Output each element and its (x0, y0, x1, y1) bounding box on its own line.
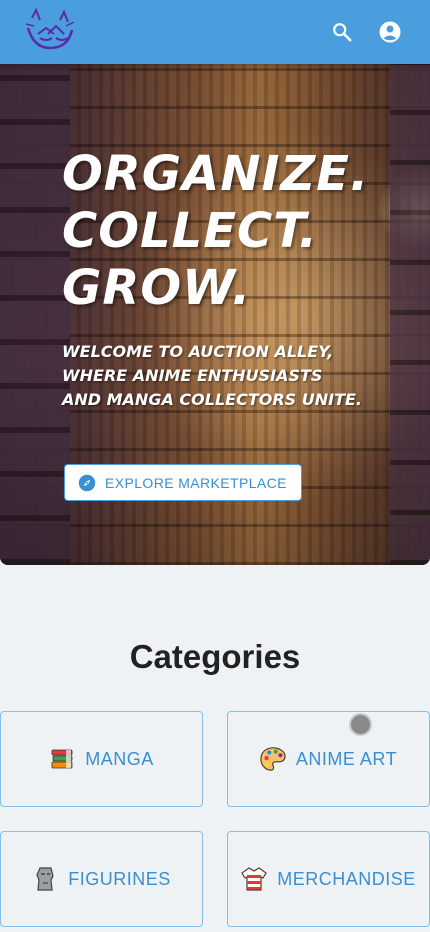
category-anime-art[interactable]: ANIME ART (227, 711, 430, 807)
account-button[interactable] (376, 18, 404, 46)
hero-subtitle: Welcome to Auction Alley, where anime en… (62, 342, 362, 409)
category-figurines[interactable]: FIGURINES (0, 831, 203, 927)
explore-marketplace-button[interactable]: EXPLORE MARKETPLACE (64, 464, 302, 501)
palette-icon (260, 746, 286, 772)
category-merchandise[interactable]: MERCHANDISE (227, 831, 430, 927)
hero-title-line-1: ORGANIZE. (62, 146, 370, 202)
search-icon (333, 23, 352, 42)
compass-icon (78, 474, 96, 491)
app-bar (0, 0, 430, 64)
auction-alley-logo[interactable] (24, 7, 76, 54)
hero-title-line-2: COLLECT. (62, 203, 319, 259)
categories-heading: Categories (129, 638, 301, 675)
books-icon (49, 746, 75, 772)
explore-marketplace-label: EXPLORE MARKETPLACE (105, 474, 287, 491)
hero-title-line-3: GROW. (62, 260, 252, 316)
touch-indicator (349, 713, 372, 736)
hero-banner: ORGANIZE. COLLECT. GROW. Welcome to Auct… (0, 64, 430, 565)
category-label: ANIME ART (295, 748, 398, 769)
category-label: MERCHANDISE (277, 868, 416, 889)
account-circle-icon (379, 21, 401, 43)
moai-icon (32, 866, 58, 892)
hero-title: ORGANIZE. COLLECT. GROW. (62, 146, 392, 317)
category-label: FIGURINES (68, 868, 171, 889)
category-manga[interactable]: MANGA (0, 711, 203, 807)
shirt-icon (241, 866, 268, 892)
category-label: MANGA (85, 748, 154, 769)
search-button[interactable] (328, 18, 356, 46)
